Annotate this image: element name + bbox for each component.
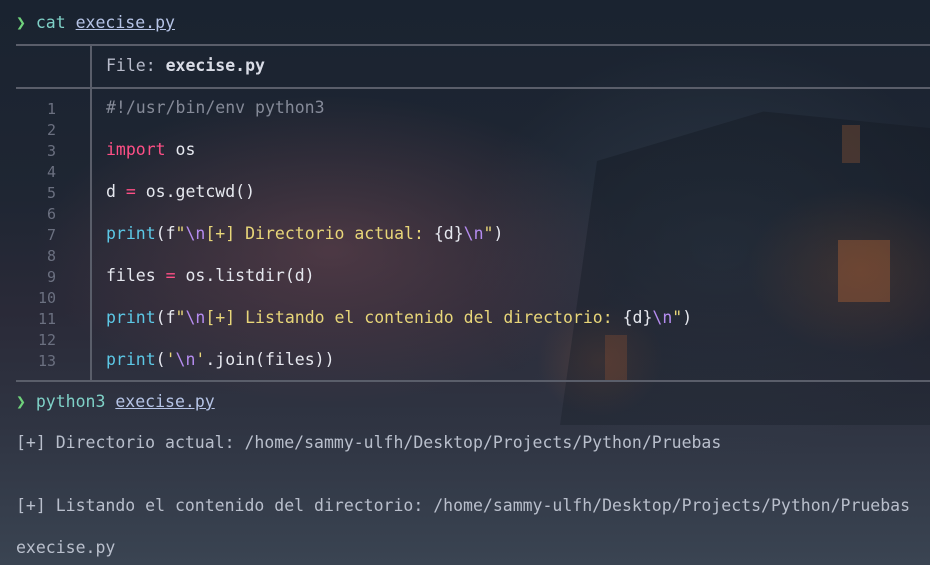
code-text: files [106, 266, 166, 285]
code-text: os.listdir(d) [175, 266, 315, 285]
line-number: 13 [37, 352, 56, 370]
code-interpolation: {d} [433, 224, 464, 243]
code-text: ) [682, 308, 693, 327]
code-text: os.getcwd() [135, 182, 256, 201]
code-escape: \n [463, 224, 484, 243]
line-number: 4 [46, 163, 56, 181]
code-text: ( [155, 350, 166, 369]
prompt-chevron-icon: ❯ [16, 13, 26, 32]
prompt-chevron-icon: ❯ [16, 392, 26, 411]
code-comment: #!/usr/bin/env python3 [106, 98, 325, 117]
code-function: print [106, 350, 156, 369]
code-line-11: print(f"\n[+] Listando el contenido del … [106, 308, 692, 327]
output-line: [+] Directorio actual: /home/sammy-ulfh/… [16, 433, 722, 452]
output-line: execise.py [16, 538, 116, 557]
code-string: [+] Listando el contenido del directorio… [205, 308, 623, 327]
code-line-7: print(f"\n[+] Directorio actual: {d}\n") [106, 224, 503, 243]
line-number: 11 [37, 310, 56, 328]
output-line: [+] Listando el contenido del directorio… [16, 496, 911, 515]
prompt-line-python: ❯ python3 execise.py [16, 392, 215, 411]
code-string: [+] Directorio actual: [205, 224, 434, 243]
gutter-separator [90, 44, 92, 380]
viewer-top-border [16, 44, 930, 46]
code-escape: \n [652, 308, 673, 327]
command-name: cat [35, 13, 66, 32]
code-keyword: import [106, 140, 166, 159]
code-string: " [672, 308, 683, 327]
code-escape: \n [185, 308, 206, 327]
line-number: 3 [46, 142, 56, 160]
viewer-bottom-border [16, 380, 930, 382]
code-text: (f [155, 224, 176, 243]
line-number: 10 [37, 289, 56, 307]
line-number: 7 [46, 226, 56, 244]
code-string: " [483, 224, 494, 243]
line-number: 1 [46, 100, 56, 118]
code-string: " [175, 224, 186, 243]
code-escape: \n [175, 350, 196, 369]
line-number: 2 [46, 121, 56, 139]
code-operator: = [165, 266, 176, 285]
code-operator: = [125, 182, 136, 201]
command-argument-link[interactable]: execise.py [76, 13, 175, 32]
code-line-1: #!/usr/bin/env python3 [106, 98, 325, 117]
code-text: ) [493, 224, 504, 243]
code-string: ' [195, 350, 206, 369]
header-filename: execise.py [165, 56, 265, 75]
code-function: print [106, 224, 156, 243]
code-line-9: files = os.listdir(d) [106, 266, 315, 285]
code-line-5: d = os.getcwd() [106, 182, 255, 201]
command-name: python3 [35, 392, 106, 411]
code-text: (f [155, 308, 176, 327]
line-number: 6 [46, 205, 56, 223]
terminal-window[interactable]: ❯ cat execise.py File: execise.py 1 2 3 … [0, 0, 930, 565]
code-text: os [165, 140, 196, 159]
code-text: .join(files)) [205, 350, 335, 369]
line-number: 8 [46, 247, 56, 265]
code-string: ' [165, 350, 176, 369]
prompt-line-cat: ❯ cat execise.py [16, 13, 175, 32]
line-number: 5 [46, 184, 56, 202]
command-argument-link[interactable]: execise.py [115, 392, 214, 411]
code-text: d [106, 182, 126, 201]
code-line-13: print('\n'.join(files)) [106, 350, 335, 369]
code-string: " [175, 308, 186, 327]
header-label: File: [106, 56, 156, 75]
line-number: 9 [46, 268, 56, 286]
code-function: print [106, 308, 156, 327]
code-escape: \n [185, 224, 206, 243]
code-interpolation: {d} [622, 308, 653, 327]
code-line-3: import os [106, 140, 195, 159]
viewer-header-border [16, 87, 930, 89]
viewer-header: File: execise.py [106, 56, 265, 75]
line-number: 12 [37, 331, 56, 349]
